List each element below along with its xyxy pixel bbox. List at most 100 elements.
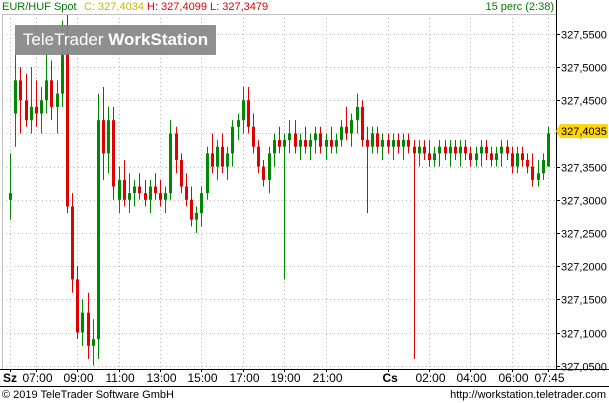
- y-tick-label: 327,2000: [561, 262, 607, 274]
- candle-body: [180, 159, 183, 187]
- candle-body: [102, 120, 105, 154]
- x-tick-label: 15:00: [188, 371, 218, 385]
- candle-body: [521, 153, 524, 160]
- candle-body: [469, 153, 472, 160]
- watermark-brand: TeleTrader: [22, 30, 104, 49]
- candle-body: [76, 279, 79, 333]
- x-tick-label: 07:00: [23, 371, 53, 385]
- teletrader-watermark-logo: TeleTrader WorkStation: [15, 25, 216, 55]
- candle-body: [500, 146, 503, 154]
- candle-body: [190, 199, 193, 220]
- candle-body: [164, 193, 167, 200]
- candle-body: [495, 153, 498, 160]
- x-tick-label: 17:00: [230, 371, 260, 385]
- candlestick-chart[interactable]: 327,0500 327,1000 327,1500 327,2000 327,2500…: [0, 0, 609, 403]
- candle-body: [309, 140, 312, 147]
- candle-body: [144, 193, 147, 200]
- candle-body: [511, 153, 514, 167]
- candle-body: [231, 126, 234, 154]
- candle-body: [366, 140, 369, 147]
- candle-body: [392, 140, 395, 147]
- candle-body: [175, 133, 178, 160]
- candle-body: [516, 153, 519, 167]
- candle-body: [340, 126, 343, 141]
- candle-body: [325, 140, 328, 147]
- candle-body: [273, 140, 276, 154]
- candle-body: [428, 153, 431, 160]
- x-axis-ticks: Sz 07:00 09:00 11:00 13:00 15:00 17:00 19:00 21:…: [3, 369, 565, 385]
- copyright-text: © 2019 TeleTrader Software GmbH: [2, 389, 174, 401]
- candle-body: [211, 153, 214, 167]
- website-link[interactable]: http://workstation.teletrader.com: [450, 387, 606, 403]
- candle-body: [418, 146, 421, 154]
- candle-body: [61, 53, 64, 94]
- candle-body: [216, 146, 219, 167]
- candles: [9, 14, 550, 366]
- candle-body: [397, 140, 400, 147]
- candle-body: [128, 193, 131, 200]
- candle-body: [506, 146, 509, 154]
- candle-body: [376, 133, 379, 147]
- watermark-product: WorkStation: [108, 30, 209, 49]
- grid: [2, 14, 556, 369]
- candle-body: [66, 53, 69, 207]
- y-axis-ticks: 327,0500 327,1000 327,1500 327,2000 327,2500…: [556, 30, 607, 374]
- candle-body: [154, 186, 157, 194]
- y-tick-label: 327,5500: [561, 30, 607, 42]
- candle-body: [330, 140, 333, 147]
- y-tick-label: 327,1500: [561, 295, 607, 307]
- candle-body: [14, 80, 17, 114]
- candle-body: [319, 133, 322, 147]
- candle-body: [350, 120, 353, 134]
- y-tick-label: 327,4500: [561, 96, 607, 108]
- y-tick-label: 327,1000: [561, 329, 607, 341]
- candle-body: [361, 106, 364, 141]
- x-tick-label: 21:00: [313, 371, 343, 385]
- candle-body: [444, 146, 447, 154]
- y-tick-label: 327,5000: [561, 63, 607, 75]
- candle-body: [423, 146, 426, 154]
- footer-bar: © 2019 TeleTrader Software GmbH http://w…: [0, 387, 609, 403]
- x-tick-label: 06:00: [499, 371, 529, 385]
- x-tick-label: Sz: [3, 371, 17, 385]
- x-tick-label: 11:00: [106, 371, 135, 385]
- candle-body: [30, 106, 33, 121]
- candle-body: [221, 146, 224, 167]
- candle-body: [35, 106, 38, 114]
- candle-body: [433, 153, 436, 160]
- candle-body: [138, 186, 141, 194]
- x-tick-label: Cs: [383, 371, 399, 385]
- candle-body: [247, 100, 250, 127]
- candle-body: [480, 146, 483, 154]
- candle-body: [242, 100, 245, 121]
- candle-body: [449, 146, 452, 154]
- candle-body: [71, 206, 74, 280]
- candle-body: [381, 140, 384, 147]
- candle-body: [413, 146, 416, 154]
- y-tick-label: 327,3000: [561, 196, 607, 208]
- candle-body: [304, 140, 307, 147]
- candle-body: [288, 133, 291, 141]
- candle-body: [490, 153, 493, 160]
- candle-body: [283, 140, 286, 147]
- x-tick-label: 07:45: [535, 371, 565, 385]
- candle-body: [9, 193, 12, 200]
- candle-body: [97, 120, 100, 340]
- candle-body: [438, 146, 441, 154]
- candle-body: [335, 140, 338, 147]
- candle-body: [526, 159, 529, 167]
- candle-body: [402, 140, 405, 147]
- candle-body: [237, 120, 240, 127]
- candle-body: [542, 159, 545, 174]
- candle-body: [356, 106, 359, 121]
- candle-body: [475, 153, 478, 160]
- candle-body: [81, 312, 84, 333]
- candle-body: [25, 100, 28, 121]
- candle-body: [531, 166, 534, 180]
- y-tick-label: 327,3500: [561, 163, 607, 175]
- candle-body: [407, 140, 410, 147]
- candle-body: [299, 140, 302, 147]
- candle-body: [185, 186, 188, 200]
- candle-body: [50, 80, 53, 107]
- candle-body: [123, 179, 126, 200]
